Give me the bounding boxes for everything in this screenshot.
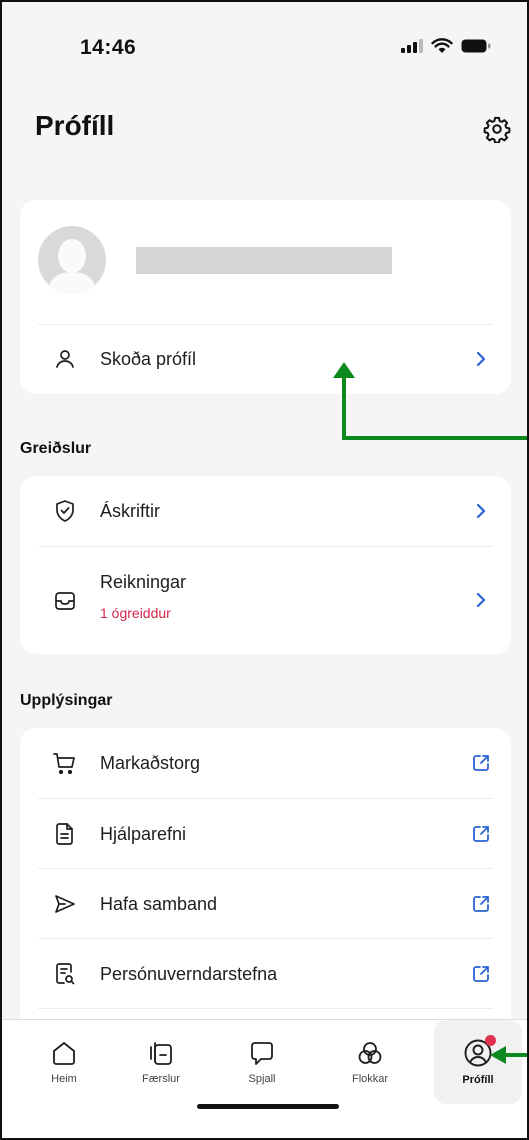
subscriptions-row[interactable]: Áskriftir bbox=[20, 476, 511, 546]
invoices-row[interactable]: Reikningar 1 ógreiddur bbox=[20, 548, 511, 652]
marketplace-row[interactable]: Markaðstorg bbox=[20, 728, 511, 798]
help-row[interactable]: Hjálparefni bbox=[20, 800, 511, 868]
profile-name-redacted bbox=[136, 247, 392, 274]
cart-icon bbox=[52, 750, 78, 776]
external-link-icon bbox=[471, 824, 491, 844]
chevron-right-icon bbox=[471, 501, 491, 521]
subscriptions-label: Áskriftir bbox=[100, 500, 160, 521]
chevron-right-icon bbox=[471, 590, 491, 610]
nav-transactions-label: Færslur bbox=[142, 1073, 180, 1085]
home-indicator bbox=[197, 1104, 339, 1109]
chat-icon bbox=[251, 1042, 273, 1065]
privacy-policy-row[interactable]: Persónuverndarstefna bbox=[20, 940, 511, 1008]
help-label: Hjálparefni bbox=[100, 823, 187, 844]
contact-label: Hafa samband bbox=[100, 893, 218, 914]
status-bar: 14:46 bbox=[2, 2, 527, 82]
signal-icon bbox=[401, 39, 423, 53]
policy-icon bbox=[52, 961, 78, 987]
payments-card: Áskriftir Reikningar 1 ógreiddur bbox=[20, 476, 511, 654]
battery-icon bbox=[461, 39, 491, 53]
wifi-icon bbox=[431, 38, 453, 53]
nav-chat-label: Spjall bbox=[248, 1073, 276, 1085]
privacy-policy-label: Persónuverndarstefna bbox=[100, 963, 278, 984]
nav-categories-label: Flokkar bbox=[351, 1073, 389, 1085]
home-icon bbox=[53, 1042, 75, 1065]
document-icon bbox=[52, 821, 78, 847]
shield-check-icon bbox=[52, 498, 78, 524]
external-link-icon bbox=[471, 894, 491, 914]
profile-card: Skoða prófíl bbox=[20, 200, 511, 394]
user-icon bbox=[52, 346, 78, 372]
card-divider bbox=[38, 1008, 493, 1009]
unpaid-count-label: 1 ógreiddur bbox=[100, 605, 171, 621]
inbox-icon bbox=[52, 588, 78, 614]
user-silhouette-icon bbox=[46, 239, 98, 294]
external-link-icon bbox=[471, 964, 491, 984]
settings-button[interactable] bbox=[480, 112, 514, 146]
card-divider bbox=[38, 324, 493, 325]
nav-home-label: Heim bbox=[51, 1073, 77, 1085]
app-screen: 14:46 Prófíll Skoða prófíl Greiðslur Ásk… bbox=[0, 0, 529, 1140]
nav-transactions[interactable]: Færslur bbox=[113, 1020, 209, 1104]
contact-row[interactable]: Hafa samband bbox=[20, 870, 511, 938]
page-title: Prófíll bbox=[35, 110, 115, 141]
avatar bbox=[38, 226, 106, 294]
categories-icon bbox=[358, 1042, 382, 1064]
section-title-payments: Greiðslur bbox=[20, 440, 92, 457]
view-profile-label: Skoða prófíl bbox=[100, 348, 197, 369]
marketplace-label: Markaðstorg bbox=[100, 752, 201, 773]
section-title-info: Upplýsingar bbox=[20, 692, 113, 709]
nav-home[interactable]: Heim bbox=[16, 1020, 112, 1104]
nav-chat[interactable]: Spjall bbox=[214, 1020, 310, 1104]
status-time: 14:46 bbox=[80, 36, 137, 59]
card-divider bbox=[38, 868, 493, 869]
status-icons bbox=[401, 38, 491, 54]
invoices-label: Reikningar bbox=[100, 572, 187, 592]
nav-profile-label: Prófíll bbox=[462, 1074, 494, 1086]
info-card: Markaðstorg Hjálparefni Hafa samband Per… bbox=[20, 728, 511, 1028]
chevron-right-icon bbox=[471, 349, 491, 369]
gear-icon bbox=[483, 116, 511, 143]
bottom-navigation: Heim Færslur Spjall Flokkar Prófíll bbox=[2, 1019, 527, 1138]
card-divider bbox=[38, 938, 493, 939]
card-divider bbox=[38, 546, 493, 547]
send-icon bbox=[52, 891, 78, 917]
transactions-icon bbox=[150, 1042, 172, 1065]
nav-categories[interactable]: Flokkar bbox=[322, 1020, 418, 1104]
card-divider bbox=[38, 798, 493, 799]
view-profile-row[interactable]: Skoða prófíl bbox=[20, 326, 511, 392]
nav-profile[interactable]: Prófíll bbox=[434, 1020, 522, 1104]
external-link-icon bbox=[471, 753, 491, 773]
